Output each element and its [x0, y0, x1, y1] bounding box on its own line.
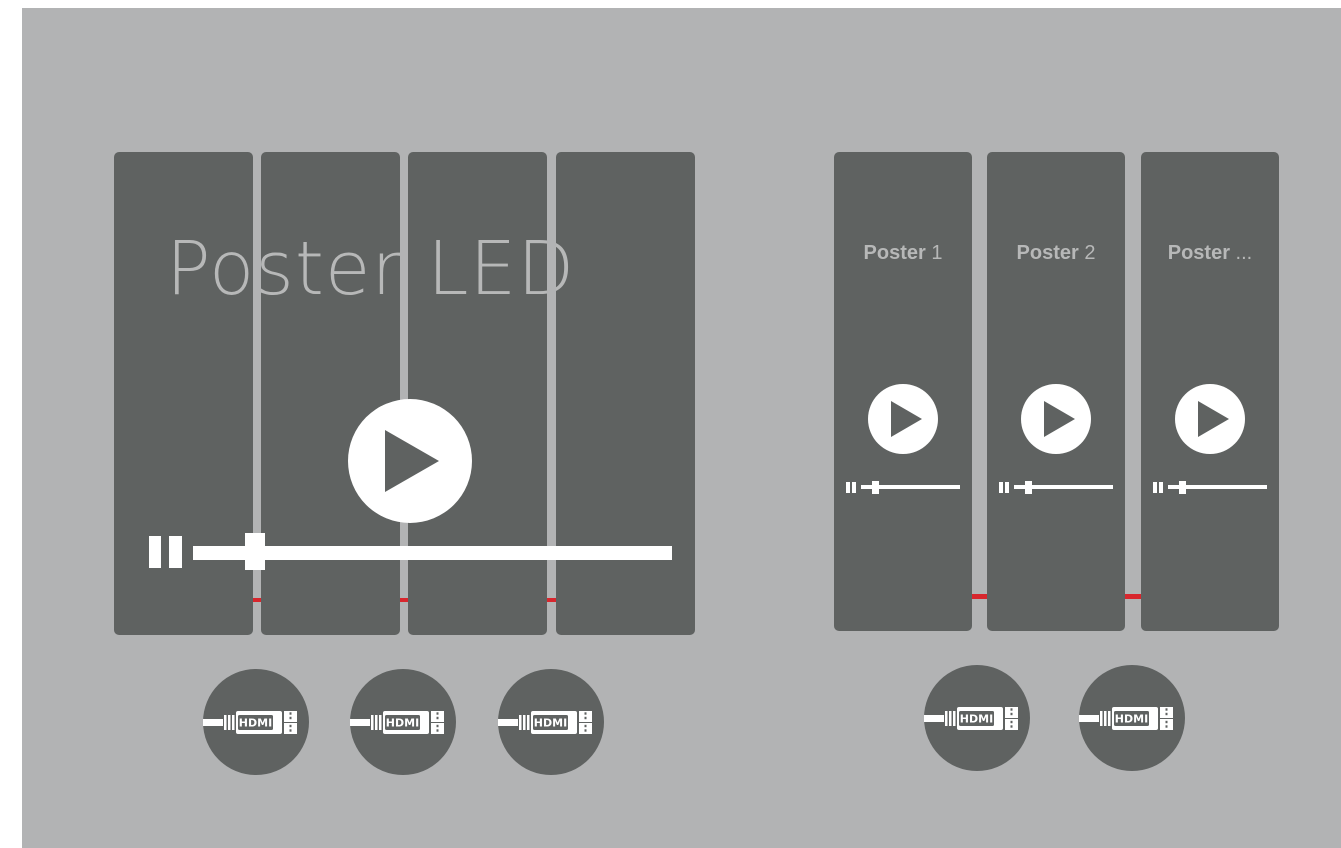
poster-3-label: Poster ... [1167, 242, 1253, 264]
hdmi-cable-icon: HDMI [350, 711, 444, 734]
poster-1-label: Poster 1 [863, 242, 943, 264]
poster-1-play-button[interactable] [868, 384, 938, 454]
led-pause-button[interactable] [149, 536, 183, 568]
svg-text:HDMI: HDMI [239, 717, 272, 730]
svg-text:HDMI: HDMI [534, 717, 567, 730]
hdmi-button-4[interactable]: HDMI [924, 665, 1030, 771]
play-icon [891, 401, 922, 437]
led-connector-3 [547, 598, 556, 602]
poster-2-pause-button[interactable] [999, 482, 1010, 493]
poster-3-play-button[interactable] [1175, 384, 1245, 454]
poster-3-pause-button[interactable] [1153, 482, 1164, 493]
poster-connector-1 [972, 594, 987, 599]
hdmi-button-3[interactable]: HDMI [498, 669, 604, 775]
play-icon [1198, 401, 1229, 437]
poster-3-progress-thumb[interactable] [1179, 481, 1186, 494]
led-gap-2 [400, 152, 408, 635]
led-panel-1 [114, 152, 253, 635]
led-panel-3 [408, 152, 547, 635]
led-connector-1 [253, 598, 261, 602]
hdmi-button-1[interactable]: HDMI [203, 669, 309, 775]
led-panel-2 [261, 152, 400, 635]
svg-text:HDMI: HDMI [960, 713, 993, 726]
hdmi-cable-icon: HDMI [203, 711, 297, 734]
led-progress-thumb[interactable] [245, 533, 265, 570]
poster-2-progress-thumb[interactable] [1025, 481, 1032, 494]
led-play-button[interactable] [348, 399, 472, 523]
poster-2-play-button[interactable] [1021, 384, 1091, 454]
led-wall-title: Poster LED [166, 226, 576, 312]
svg-text:HDMI: HDMI [386, 717, 419, 730]
play-icon [385, 430, 439, 492]
led-gap-3 [547, 152, 556, 635]
poster-connector-2 [1125, 594, 1141, 599]
hdmi-cable-icon: HDMI [1079, 707, 1173, 730]
poster-1-pause-button[interactable] [846, 482, 857, 493]
hdmi-button-2[interactable]: HDMI [350, 669, 456, 775]
hdmi-cable-icon: HDMI [498, 711, 592, 734]
poster-2-label: Poster 2 [1016, 242, 1096, 264]
hdmi-cable-icon: HDMI [924, 707, 1018, 730]
led-connector-2 [400, 598, 408, 602]
play-icon [1044, 401, 1075, 437]
svg-text:HDMI: HDMI [1115, 713, 1148, 726]
poster-1-progress-thumb[interactable] [872, 481, 879, 494]
hdmi-button-5[interactable]: HDMI [1079, 665, 1185, 771]
led-panel-4 [556, 152, 695, 635]
